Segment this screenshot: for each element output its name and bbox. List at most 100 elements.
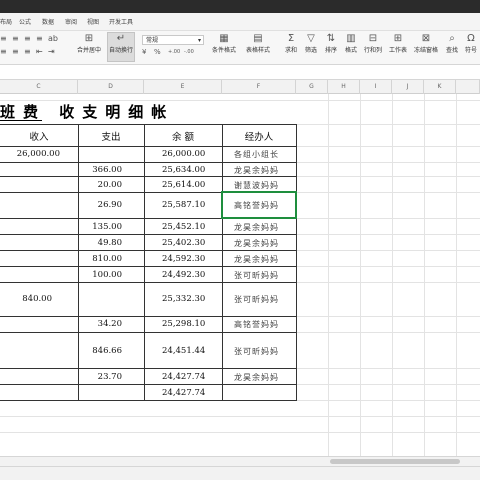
column-header-c[interactable]: C bbox=[0, 80, 78, 94]
cell-expense[interactable]: 20.00 bbox=[78, 180, 122, 190]
rows-columns-button[interactable]: ⊟ 行和列 bbox=[361, 33, 385, 54]
cell-balance[interactable]: 24,451.44 bbox=[162, 346, 205, 356]
ribbon-toolbar: ≡ ≡ ≡ ≡ ab ≡ ≡ ≡ ⇤ ⇥ ⊞ 合并居中 ↵ 自动换行 常规 ▾ … bbox=[0, 31, 480, 65]
align-top-icon[interactable]: ≡ bbox=[0, 34, 7, 43]
cell-balance[interactable]: 24,492.30 bbox=[162, 270, 205, 280]
menu-data[interactable]: 数据 bbox=[42, 17, 54, 26]
align-bottom-icon[interactable]: ≡ bbox=[24, 34, 31, 43]
wrap-text-button[interactable]: ↵ 自动换行 bbox=[107, 33, 135, 54]
table-border bbox=[0, 400, 296, 401]
cell-balance[interactable]: 25,614.00 bbox=[162, 180, 205, 190]
cell-expense[interactable]: 135.00 bbox=[78, 222, 122, 232]
table-border bbox=[144, 124, 145, 401]
autosum-button[interactable]: Σ 求和 bbox=[281, 33, 301, 54]
horizontal-scrollbar[interactable] bbox=[0, 456, 480, 466]
freeze-panes-icon: ⊠ bbox=[421, 33, 431, 44]
cell-handler[interactable]: 龙昊余妈妈 bbox=[234, 254, 279, 265]
menu-layout[interactable]: 布局 bbox=[0, 17, 12, 26]
cell-balance[interactable]: 24,427.74 bbox=[162, 388, 205, 398]
freeze-panes-button[interactable]: ⊠ 冻结窗格 bbox=[412, 33, 440, 54]
find-button[interactable]: ⌕ 查找 bbox=[443, 33, 461, 54]
filter-button[interactable]: ▽ 筛选 bbox=[301, 33, 321, 54]
ledger-title: 班费 收支明细帐 bbox=[0, 103, 175, 121]
cell-expense[interactable]: 23.70 bbox=[78, 372, 122, 382]
filter-icon: ▽ bbox=[307, 33, 315, 44]
gridline bbox=[328, 94, 329, 456]
align-right-icon[interactable]: ≡ bbox=[24, 47, 31, 56]
column-header-d[interactable]: D bbox=[78, 80, 144, 94]
scrollbar-thumb[interactable] bbox=[330, 459, 460, 464]
cell-handler[interactable]: 高铭誉妈妈 bbox=[234, 319, 279, 330]
cell-expense[interactable]: 846.66 bbox=[78, 346, 122, 356]
cell-handler[interactable]: 张可昕妈妈 bbox=[234, 346, 279, 357]
table-border bbox=[0, 124, 296, 125]
formula-bar[interactable] bbox=[0, 65, 480, 80]
worksheet-icon: ⊞ bbox=[393, 33, 403, 44]
conditional-format-button[interactable]: ▦ 条件格式 bbox=[208, 33, 240, 54]
table-border bbox=[222, 124, 223, 401]
cell-expense[interactable]: 810.00 bbox=[78, 254, 122, 264]
align-center-icon[interactable]: ≡ bbox=[12, 47, 19, 56]
cell-handler[interactable]: 谢慧波妈妈 bbox=[234, 180, 279, 191]
column-header-l[interactable] bbox=[456, 80, 480, 94]
cell-handler[interactable]: 龙昊余妈妈 bbox=[234, 372, 279, 383]
table-style-button[interactable]: ▤ 表格样式 bbox=[242, 33, 274, 54]
currency-icon[interactable]: ¥ bbox=[142, 48, 146, 56]
percent-icon[interactable]: % bbox=[154, 48, 161, 56]
sort-icon: ⇅ bbox=[326, 33, 336, 44]
align-left-icon[interactable]: ≡ bbox=[0, 47, 7, 56]
indent-increase-icon[interactable]: ⇥ bbox=[48, 47, 55, 56]
sort-button[interactable]: ⇅ 排序 bbox=[321, 33, 341, 54]
column-header-f[interactable]: F bbox=[222, 80, 296, 94]
cell-balance[interactable]: 24,592.30 bbox=[162, 254, 205, 264]
menu-developer[interactable]: 开发工具 bbox=[109, 17, 133, 26]
cell-balance[interactable]: 25,332.30 bbox=[162, 294, 205, 304]
cell-expense[interactable]: 26.90 bbox=[78, 200, 122, 210]
column-header-k[interactable]: K bbox=[424, 80, 456, 94]
merge-center-button[interactable]: ⊞ 合并居中 bbox=[74, 33, 104, 54]
cell-handler[interactable]: 龙昊余妈妈 bbox=[234, 165, 279, 176]
cell-handler[interactable]: 各组小组长 bbox=[234, 149, 279, 160]
symbol-button[interactable]: Ω 符号 bbox=[462, 33, 480, 54]
cell-handler[interactable]: 龙昊余妈妈 bbox=[234, 222, 279, 233]
number-format-select[interactable]: 常规 ▾ bbox=[142, 35, 204, 45]
column-header-e[interactable]: E bbox=[144, 80, 222, 94]
conditional-format-icon: ▦ bbox=[219, 33, 229, 44]
cell-expense[interactable]: 34.20 bbox=[78, 319, 122, 329]
cell-handler[interactable]: 张可昕妈妈 bbox=[234, 294, 279, 305]
cell-balance[interactable]: 24,427.74 bbox=[162, 372, 205, 382]
menu-formulas[interactable]: 公式 bbox=[19, 17, 31, 26]
orientation-icon[interactable]: ab bbox=[48, 34, 58, 43]
decimal-decrease-icon[interactable]: -.00 bbox=[184, 49, 194, 55]
cell-handler[interactable]: 张可昕妈妈 bbox=[234, 270, 279, 281]
indent-decrease-icon[interactable]: ⇤ bbox=[36, 47, 43, 56]
align-middle-icon[interactable]: ≡ bbox=[12, 34, 19, 43]
column-header-h[interactable]: H bbox=[328, 80, 360, 94]
cell-balance[interactable]: 25,587.10 bbox=[162, 200, 205, 210]
worksheet-button[interactable]: ⊞ 工作表 bbox=[386, 33, 410, 54]
cell-balance[interactable]: 25,402.30 bbox=[162, 238, 205, 248]
cell-balance[interactable]: 26,000.00 bbox=[162, 149, 205, 159]
cell-balance[interactable]: 25,634.00 bbox=[162, 165, 205, 175]
cell-income[interactable]: 840.00 bbox=[0, 294, 52, 304]
format-button[interactable]: ▥ 格式 bbox=[341, 33, 361, 54]
table-border bbox=[296, 124, 297, 401]
column-header-g[interactable]: G bbox=[296, 80, 328, 94]
menu-view[interactable]: 视图 bbox=[87, 17, 99, 26]
menu-review[interactable]: 审阅 bbox=[65, 17, 77, 26]
gridline bbox=[456, 94, 457, 456]
column-header-j[interactable]: J bbox=[392, 80, 424, 94]
cell-balance[interactable]: 25,298.10 bbox=[162, 319, 205, 329]
align-justify-icon[interactable]: ≡ bbox=[36, 34, 43, 43]
cell-income[interactable]: 26,000.00 bbox=[0, 149, 60, 159]
decimal-increase-icon[interactable]: +.00 bbox=[168, 49, 180, 55]
column-header-i[interactable]: I bbox=[360, 80, 392, 94]
sum-icon: Σ bbox=[287, 33, 295, 44]
cell-balance[interactable]: 25,452.10 bbox=[162, 222, 205, 232]
cell-handler[interactable]: 龙昊余妈妈 bbox=[234, 238, 279, 249]
cell-expense[interactable]: 49.80 bbox=[78, 238, 122, 248]
cell-expense[interactable]: 100.00 bbox=[78, 270, 122, 280]
table-border bbox=[0, 384, 296, 385]
selected-cell-outline bbox=[221, 191, 297, 219]
cell-expense[interactable]: 366.00 bbox=[78, 165, 122, 175]
